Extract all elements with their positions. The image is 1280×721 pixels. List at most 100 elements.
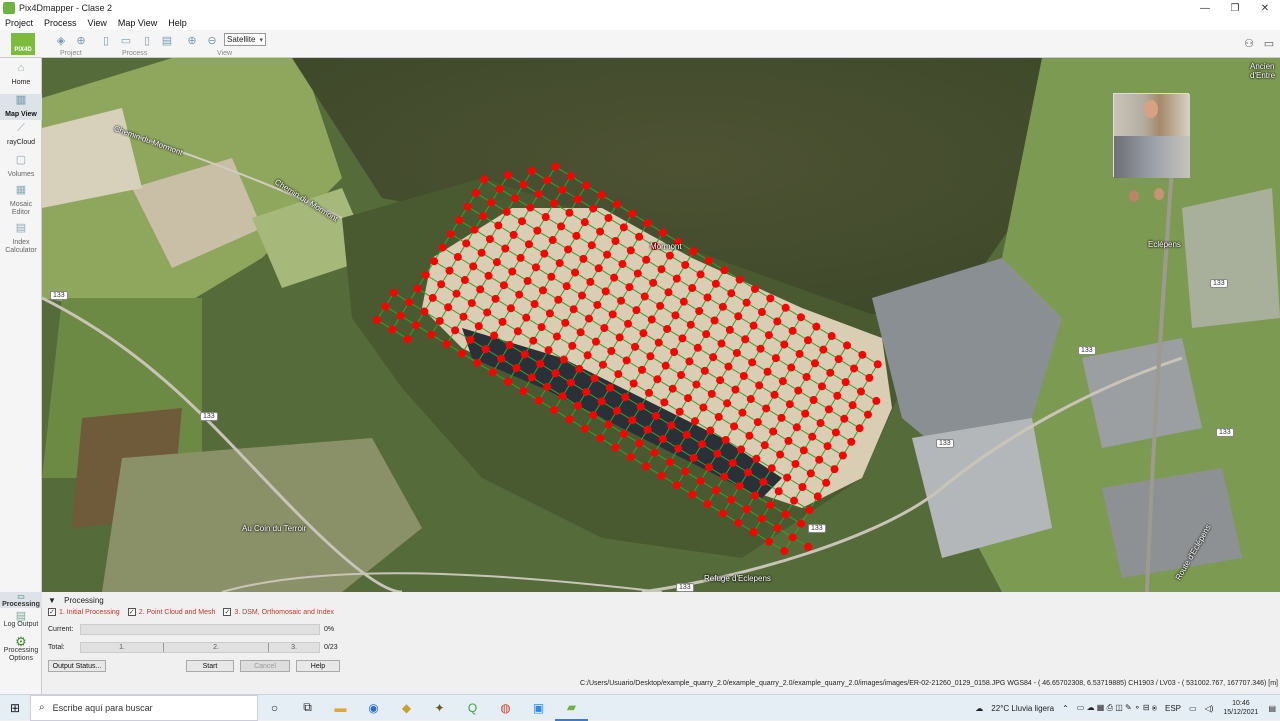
waypoint-marker[interactable] <box>501 244 510 253</box>
waypoint-marker[interactable] <box>711 279 720 288</box>
waypoint-marker[interactable] <box>547 272 556 281</box>
output-status-button[interactable]: Output Status... <box>48 660 106 672</box>
waypoint-marker[interactable] <box>795 349 804 358</box>
waypoint-marker[interactable] <box>554 295 563 304</box>
waypoint-marker[interactable] <box>707 389 716 398</box>
panel-toggle-icon[interactable]: ▭ <box>1262 36 1276 50</box>
waypoint-marker[interactable] <box>826 368 835 377</box>
zoom-out-icon[interactable]: ⊖ <box>205 33 219 47</box>
waypoint-marker[interactable] <box>594 264 603 273</box>
waypoint-marker[interactable] <box>576 328 585 337</box>
waypoint-marker[interactable] <box>498 317 507 326</box>
waypoint-marker[interactable] <box>515 290 524 299</box>
waypoint-marker[interactable] <box>524 240 533 249</box>
waypoint-marker[interactable] <box>777 413 786 422</box>
taskbar-search-input[interactable]: ⌕ Escribe aquí para buscar <box>30 694 258 721</box>
waypoint-marker[interactable] <box>526 203 535 212</box>
waypoint-marker[interactable] <box>742 505 751 514</box>
menu-process[interactable]: Process <box>39 18 83 28</box>
waypoint-marker[interactable] <box>762 404 771 413</box>
waypoint-marker[interactable] <box>608 310 617 319</box>
waypoint-marker[interactable] <box>421 270 430 279</box>
waypoint-marker[interactable] <box>470 225 479 234</box>
waypoint-marker[interactable] <box>644 388 653 397</box>
sidebar-item-processing[interactable]: ▭ Processing <box>0 592 42 608</box>
waypoint-marker[interactable] <box>642 462 651 471</box>
waypoint-marker[interactable] <box>735 482 744 491</box>
waypoint-marker[interactable] <box>614 370 623 379</box>
waypoint-marker[interactable] <box>682 430 691 439</box>
waypoint-marker[interactable] <box>430 257 439 266</box>
user-icon[interactable]: ⚇ <box>1242 36 1256 50</box>
waypoint-marker[interactable] <box>545 309 554 318</box>
waypoint-marker[interactable] <box>544 346 553 355</box>
waypoint-marker[interactable] <box>569 305 578 314</box>
waypoint-marker[interactable] <box>706 426 715 435</box>
network-icon[interactable]: ▭ <box>1185 704 1201 713</box>
waypoint-marker[interactable] <box>819 345 828 354</box>
waypoint-marker[interactable] <box>559 355 568 364</box>
zoom-icon[interactable]: ▣ <box>522 695 555 721</box>
waypoint-marker[interactable] <box>696 476 705 485</box>
waypoint-marker[interactable] <box>537 323 546 332</box>
notifications-icon[interactable]: ▤ <box>1264 704 1280 713</box>
waypoint-marker[interactable] <box>587 241 596 250</box>
waypoint-marker[interactable] <box>841 378 850 387</box>
step-checkbox[interactable]: ✓ <box>223 608 232 616</box>
waypoint-marker[interactable] <box>509 230 518 239</box>
waypoint-marker[interactable] <box>446 229 455 238</box>
waypoint-marker[interactable] <box>649 278 658 287</box>
waypoint-marker[interactable] <box>502 207 511 216</box>
waypoint-marker[interactable] <box>580 218 589 227</box>
menu-view[interactable]: View <box>83 18 113 28</box>
waypoint-marker[interactable] <box>801 409 810 418</box>
waypoint-marker[interactable] <box>481 345 490 354</box>
sidebar-item-processing-options[interactable]: ⚙ Processing Options <box>0 635 42 672</box>
waypoint-marker[interactable] <box>847 437 856 446</box>
waypoint-marker[interactable] <box>505 340 514 349</box>
waypoint-marker[interactable] <box>453 252 462 261</box>
waypoint-marker[interactable] <box>477 248 486 257</box>
waypoint-marker[interactable] <box>484 271 493 280</box>
waypoint-marker[interactable] <box>437 280 446 289</box>
waypoint-marker[interactable] <box>579 254 588 263</box>
waypoint-marker[interactable] <box>462 239 471 248</box>
waypoint-marker[interactable] <box>512 363 521 372</box>
waypoint-marker[interactable] <box>830 465 839 474</box>
waypoint-marker[interactable] <box>780 546 789 555</box>
waypoint-marker[interactable] <box>566 172 575 181</box>
waypoint-marker[interactable] <box>578 291 587 300</box>
waypoint-marker[interactable] <box>796 313 805 322</box>
waypoint-marker[interactable] <box>589 411 598 420</box>
waypoint-marker[interactable] <box>589 204 598 213</box>
waypoint-marker[interactable] <box>670 348 679 357</box>
waypoint-marker[interactable] <box>667 421 676 430</box>
waypoint-marker[interactable] <box>840 414 849 423</box>
waypoint-marker[interactable] <box>711 486 720 495</box>
waypoint-marker[interactable] <box>610 273 619 282</box>
waypoint-marker[interactable] <box>776 450 785 459</box>
waypoint-marker[interactable] <box>678 334 687 343</box>
waypoint-marker[interactable] <box>523 276 532 285</box>
waypoint-marker[interactable] <box>660 398 669 407</box>
waypoint-marker[interactable] <box>629 379 638 388</box>
waypoint-marker[interactable] <box>519 180 528 189</box>
waypoint-marker[interactable] <box>626 452 635 461</box>
waypoint-marker[interactable] <box>543 382 552 391</box>
waypoint-marker[interactable] <box>632 306 641 315</box>
waypoint-marker[interactable] <box>703 499 712 508</box>
waypoint-marker[interactable] <box>850 364 859 373</box>
waypoint-marker[interactable] <box>748 358 757 367</box>
waypoint-marker[interactable] <box>769 427 778 436</box>
waypoint-marker[interactable] <box>427 330 436 339</box>
waypoint-marker[interactable] <box>863 410 872 419</box>
app-icon[interactable]: ✦ <box>423 695 456 721</box>
waypoint-marker[interactable] <box>582 387 591 396</box>
waypoint-marker[interactable] <box>817 382 826 391</box>
waypoint-marker[interactable] <box>749 321 758 330</box>
waypoint-marker[interactable] <box>833 391 842 400</box>
waypoint-marker[interactable] <box>491 294 500 303</box>
waypoint-marker[interactable] <box>699 403 708 412</box>
step-checkbox[interactable]: ✓ <box>127 608 136 616</box>
pix4d-taskbar-icon[interactable]: ▰ <box>555 695 588 721</box>
